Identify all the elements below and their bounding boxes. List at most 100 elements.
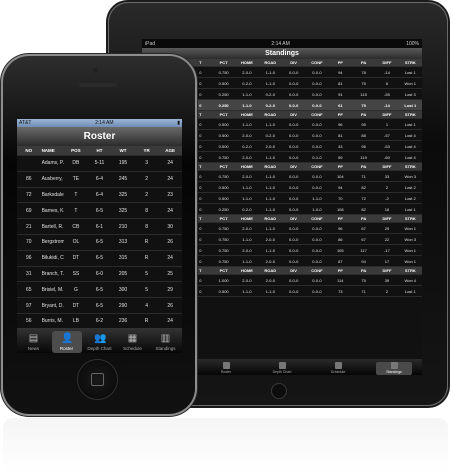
roster-cell: 24 [158,202,182,220]
tab-depth-chart[interactable]: Depth Chart [264,362,300,375]
tab-schedule[interactable]: Schedule [320,362,356,375]
standings-cell: 0.750 [211,255,236,267]
standings-cell: 0-0-0 [305,129,329,141]
roster-row[interactable]: 70Bergstrom, T.OL6-5313R26 [17,234,182,251]
tab-label: Roster [220,370,232,374]
roster-cell: Bartell, R. [40,218,65,235]
roster-cell: G [64,281,88,299]
roster-cell: 2 [134,187,159,204]
ipad-time: 2:14 AM [271,40,290,47]
standings-cell: STRK [398,266,422,275]
standings-cell: 2-0-0 [258,274,282,286]
roster-column-header: HT [87,146,112,156]
standings-cell: 78 [351,66,376,78]
tab-label: Standings [386,370,402,374]
roster-cell: 6-5 [87,250,112,267]
tab-roster[interactable]: Roster [208,362,244,375]
roster-row[interactable]: 72Barksdale, J.T6-4325223 [17,187,182,204]
ipad-battery: 100% [406,40,419,47]
standings-cell: 1-1-0 [235,181,259,193]
roster-column-header: AGE [158,146,182,156]
roster-cell: 290 [111,297,135,314]
standings-cell: 1-1-0 [258,77,282,89]
tab-schedule[interactable]: ▦ Schedule [118,331,148,353]
standings-cell: ROAD [258,162,282,171]
standings-cell: 0.500 [211,118,236,130]
standings-cell: 0-0-0 [305,66,329,78]
standings-cell: 17 [375,255,399,267]
tab-label: Schedule [330,370,346,374]
ipad-page-title: Standings [142,48,422,59]
roster-row[interactable]: 97 Bryant, D. DT 6-5 290 4 26 [17,297,182,314]
standings-cell: 1-1-0 [235,88,259,100]
standings-cell: 75 [351,99,376,111]
roster-cell: 23 [158,187,182,204]
standings-cell: 2-0-0 [258,233,282,245]
roster-cell: 8 [134,218,159,235]
standings-cell: 0-0-0 [281,244,306,256]
iphone-home-button[interactable] [78,360,117,399]
roster-cell: Branch, T. [40,266,65,283]
standings-cell: Lost 1 [398,118,422,130]
tab-label: Roster [59,346,74,351]
standings-cell: 2-0-0 [258,140,282,152]
standings-cell: T [188,59,212,67]
roster-row[interactable]: 65 Brisiel, M. G 6-5 300 5 29 [17,281,182,299]
standings-cell: Won 1 [398,244,422,256]
standings-cell: 0-0-0 [305,77,329,89]
roster-cell: 30 [158,218,182,235]
standings-cell: 0.750 [211,151,236,163]
standings-cell: 0-2-0 [258,129,282,141]
roster-cell: 6-5 [87,202,112,220]
standings-cell: Lost 1 [398,203,422,215]
roster-cell: Bryant, D. [40,297,65,314]
tab-standings[interactable]: Standings [376,362,412,375]
standings-cell: DIV [281,214,306,223]
roster-row[interactable]: 21 Bartell, R. CB 6-1 210 8 30 [17,218,182,235]
tab-news[interactable]: ▤ News [19,331,49,353]
standings-cell: DIV [281,59,306,67]
standings-cell: Lost 4 [398,129,422,141]
standings-cell: -2 [375,192,399,204]
roster-cell: Ausberry, D. [40,171,65,188]
roster-row[interactable]: 31 Branch, T. SS 6-0 205 5 25 [17,266,182,283]
roster-cell: T [64,187,88,204]
standings-cell: 0-2-0 [235,203,259,215]
standings-cell: 1-1-0 [258,192,282,204]
roster-cell: 6-5 [87,297,112,314]
standings-cell: 1-1-0 [258,181,282,193]
ipad-home-button[interactable] [271,383,287,399]
roster-row[interactable]: Adams, P. DB 5-11 195 3 24 [17,155,182,172]
tab-roster[interactable]: 👤 Roster [51,331,82,353]
standings-cell: STRK [398,59,422,67]
battery-icon: ▮ [177,120,180,126]
standings-cell: 2 [375,181,399,193]
standings-cell: PCT [211,266,236,275]
roster-column-header: YR [134,146,159,156]
standings-cell: 0-0-0 [281,66,306,78]
standings-cell: ROAD [258,59,282,67]
standings-cell: CONF [305,162,329,171]
roster-cell: 205 [111,266,135,283]
roster-cell: Burris, M. [40,313,65,330]
standings-cell: Lost 1 [398,99,422,111]
roster-row[interactable]: 86Ausberry, D.TE6-4245224 [17,171,182,188]
tab-standings[interactable]: ▥ Standings [151,331,181,353]
standings-cell: HOME [235,162,259,171]
roster-row[interactable]: 56 Burris, M. LB 6-2 236 R 24 [17,313,182,330]
roster-row[interactable]: 96 Bilukidi, C. DT 6-5 315 R 24 [17,250,182,267]
standings-cell: 94 [351,255,376,267]
roster-cell: Barksdale, J. [40,187,65,204]
standings-cell: Won 3 [398,233,422,245]
roster-cell: Adams, P. [40,155,65,172]
roster-cell: SS [64,266,88,283]
standings-cell: Lost 1 [398,66,422,78]
standings-cell: Lost 4 [398,151,422,163]
roster-row[interactable]: 69 Barnes, K. T 6-5 325 8 24 [17,202,182,220]
standings-cell: PF [328,59,352,67]
standings-cell: 0.750 [211,66,236,78]
standings-cell: 0-0-0 [281,192,306,204]
tab-depth-chart[interactable]: 👥 Depth Chart [85,331,115,353]
roster-cell: Brisiel, M. [40,281,65,299]
roster-cell: 72 [17,187,41,204]
